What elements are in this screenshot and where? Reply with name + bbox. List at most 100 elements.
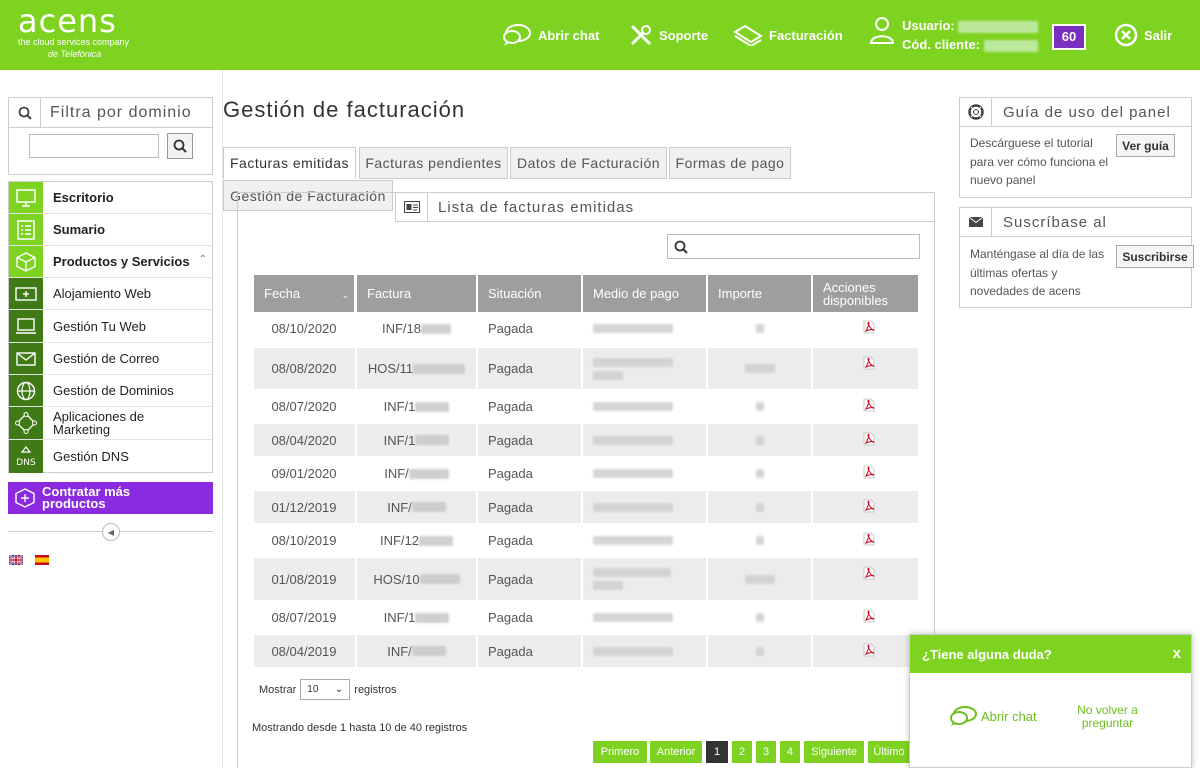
page-length-select[interactable]: 10 ⌄ [300, 679, 351, 700]
redacted-payment-method [593, 613, 673, 622]
client-code-redacted [983, 39, 1038, 52]
acens-logo[interactable]: acens the cloud services company de Tele… [18, 2, 130, 59]
billing-label: Facturación [769, 27, 843, 43]
column-header-fecha[interactable]: Fecha ⌄ [254, 275, 354, 312]
cell-fecha: 08/04/2020 [254, 424, 354, 456]
lifebuoy-icon [967, 104, 984, 120]
pdf-download-icon[interactable] [862, 532, 876, 546]
sidebar-item-label: Gestión Tu Web [53, 318, 146, 334]
user-info[interactable]: Usuario: Cód. cliente: [870, 16, 1039, 54]
column-header-medio-pago[interactable]: Medio de pago [583, 275, 706, 312]
contratar-mas-productos-button[interactable]: Contratar más productos [8, 482, 213, 514]
pagination-previous[interactable]: Anterior [650, 741, 702, 763]
column-header-factura[interactable]: Factura [357, 275, 476, 312]
logo-text: acens [18, 2, 117, 40]
logout-link[interactable]: Salir [1114, 0, 1172, 70]
cell-fecha-text: 08/07/2019 [271, 610, 337, 625]
pdf-download-icon[interactable] [862, 566, 876, 580]
pagination-first[interactable]: Primero [593, 741, 647, 763]
redacted-payment-method [593, 357, 673, 367]
chat-open-label: Abrir chat [981, 708, 1037, 724]
domain-filter-input[interactable] [29, 134, 159, 158]
sidebar-item-correo[interactable]: Gestión de Correo [9, 343, 213, 375]
pagination-page-1[interactable]: 1 [706, 741, 728, 763]
sidebar-item-productos[interactable]: Productos y Servicios ⌃ [9, 246, 213, 278]
sidebar-item-escritorio[interactable]: Escritorio [9, 182, 213, 214]
tab-datos-facturacion[interactable]: Datos de Facturación [510, 147, 667, 179]
support-link[interactable]: Soporte [629, 0, 708, 70]
suscribirse-button[interactable]: Suscribirse [1116, 245, 1194, 268]
column-header-situacion[interactable]: Situación [478, 275, 581, 312]
sidebar-collapse-button[interactable]: ◀ [102, 523, 120, 541]
cell-situacion: Pagada [488, 601, 581, 634]
domain-filter-title: Filtra por dominio [50, 103, 192, 121]
uk-flag-icon[interactable] [9, 555, 23, 565]
cell-situacion-text: Pagada [488, 571, 533, 587]
tab-formas-pago[interactable]: Formas de pago [669, 147, 791, 179]
column-header-importe[interactable]: Importe [708, 275, 811, 312]
cell-situacion: Pagada [488, 348, 581, 389]
redacted-invoice-number [415, 401, 450, 412]
tab-facturas-pendientes[interactable]: Facturas pendientes [359, 147, 508, 179]
sidebar-item-dns[interactable]: DNS Gestión DNS [9, 440, 213, 473]
search-icon [18, 106, 32, 120]
cell-factura: INF/1 [357, 424, 476, 456]
redacted-amount [755, 502, 764, 512]
open-chat-link[interactable]: Abrir chat [502, 0, 599, 70]
redacted-invoice-number [421, 323, 451, 334]
pagination-page-2[interactable]: 2 [732, 741, 752, 763]
cell-fecha-text: 01/08/2019 [271, 571, 337, 587]
spain-flag-icon[interactable] [35, 555, 49, 565]
cell-fecha: 09/01/2020 [254, 457, 354, 490]
pagination-next[interactable]: Siguiente [804, 741, 864, 763]
guide-title: Guía de uso del panel [1003, 103, 1171, 121]
pdf-download-icon[interactable] [862, 320, 876, 334]
chat-open-link[interactable]: Abrir chat [948, 705, 1037, 727]
pagination-page-4[interactable]: 4 [780, 741, 800, 763]
envelope-icon [968, 217, 983, 227]
chat-dismiss-link[interactable]: No volver a preguntar [1065, 704, 1150, 730]
sidebar-item-marketing[interactable]: Aplicaciones de Marketing [9, 407, 213, 440]
column-header-acciones: Acciones disponibles [813, 275, 918, 312]
contratar-label: Contratar más productos [42, 484, 131, 511]
pdf-download-icon[interactable] [862, 609, 876, 623]
pdf-download-icon[interactable] [862, 499, 876, 513]
ver-guia-button[interactable]: Ver guía [1116, 134, 1175, 157]
cell-medio-pago [593, 635, 706, 667]
top-header: acens the cloud services company de Tele… [0, 0, 1200, 70]
sidebar-item-alojamiento[interactable]: Alojamiento Web [9, 278, 213, 310]
pagination-last[interactable]: Último [868, 741, 910, 763]
invoices-panel-header: Lista de facturas emitidas [395, 192, 935, 222]
pdf-download-icon[interactable] [862, 643, 876, 657]
pdf-download-icon[interactable] [862, 356, 876, 370]
pdf-download-icon[interactable] [862, 398, 876, 412]
cell-fecha-text: 09/01/2020 [271, 466, 337, 481]
chat-popup-close-button[interactable]: x [1173, 645, 1181, 662]
pdf-download-icon[interactable] [862, 432, 876, 446]
cell-situacion: Pagada [488, 635, 581, 667]
chevron-up-icon[interactable]: ⌃ [199, 254, 207, 265]
logo-telefonica: de Telefónica [48, 49, 102, 59]
sidebar-item-dominios[interactable]: Gestión de Dominios [9, 375, 213, 407]
pagination-page-3[interactable]: 3 [756, 741, 776, 763]
cell-situacion: Pagada [488, 491, 581, 523]
domain-filter-search-button[interactable] [167, 133, 193, 159]
sidebar-item-tu-web[interactable]: Gestión Tu Web [9, 310, 213, 343]
cell-medio-pago [593, 312, 706, 345]
notification-badge[interactable]: 60 [1052, 24, 1086, 50]
redacted-payment-method [593, 469, 673, 478]
pdf-download-icon[interactable] [862, 465, 876, 479]
cell-importe [708, 491, 811, 523]
redacted-payment-method [593, 646, 673, 656]
cell-importe [708, 390, 811, 423]
sidebar-item-label: Sumario [53, 222, 106, 237]
open-chat-label: Abrir chat [538, 27, 600, 43]
sidebar-item-sumario[interactable]: Sumario [9, 214, 213, 246]
page-length-suffix: registros [354, 683, 397, 696]
invoice-search-input[interactable] [667, 234, 920, 259]
billing-link[interactable]: Facturación [733, 0, 843, 70]
tab-facturas-emitidas[interactable]: Facturas emitidas [223, 147, 356, 179]
page-length-prefix: Mostrar [259, 683, 297, 696]
logo-tagline: the cloud services company [18, 37, 130, 47]
cell-medio-pago [593, 524, 706, 557]
